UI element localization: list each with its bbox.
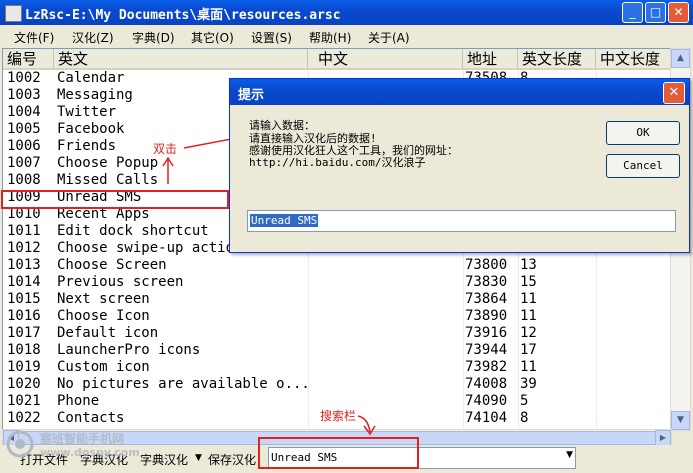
dialog-ok-button[interactable]: OK	[606, 121, 680, 145]
dialog-cancel-button[interactable]: Cancel	[606, 154, 680, 178]
dialog-title: 提示	[238, 88, 265, 103]
dialog-input-selected-text: Unread SMS	[250, 214, 319, 227]
input-dialog: 提示 ✕ 请输入数据： 请直接输入汉化后的数据! 感谢使用汉化狂人这个工具，我们…	[229, 78, 690, 253]
main-window: LzRsc-E:\My Documents\桌面\resources.arsc …	[0, 0, 693, 473]
dialog-title-bar: 提示 ✕	[230, 79, 689, 105]
dialog-close-button[interactable]: ✕	[663, 82, 685, 104]
arrow-to-search-icon	[357, 415, 371, 433]
dialog-input-field[interactable]: Unread SMS	[247, 210, 676, 232]
dialog-message-url: http://hi.baidu.com/汉化浪子	[249, 156, 426, 169]
